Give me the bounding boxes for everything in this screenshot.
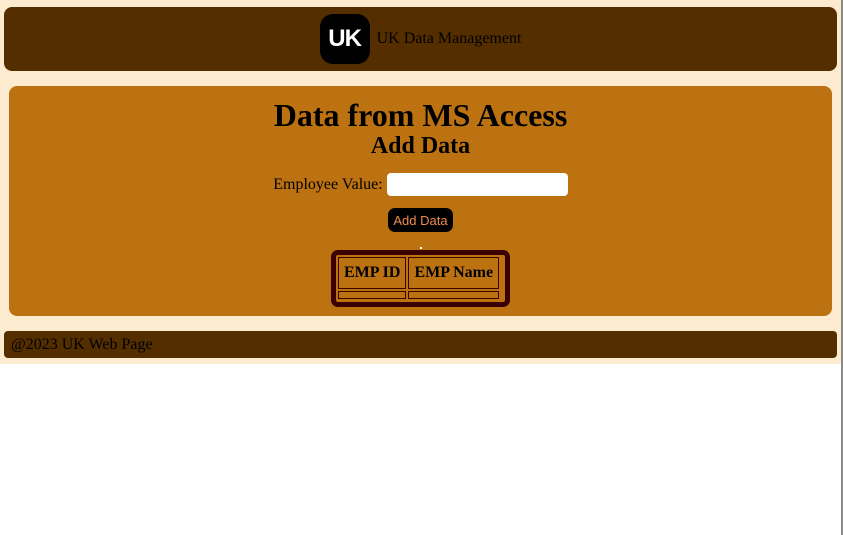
table-header-row: EMP ID EMP Name bbox=[338, 257, 500, 289]
app-title: UK Data Management bbox=[376, 30, 522, 47]
site-header: UK UK Data Management bbox=[4, 7, 837, 71]
employee-form: Employee Value: bbox=[9, 173, 832, 196]
employee-table-container: EMP ID EMP Name bbox=[331, 250, 510, 307]
site-footer: @2023 UK Web Page bbox=[4, 331, 837, 358]
employee-table: EMP ID EMP Name bbox=[336, 255, 501, 301]
column-header-emp-name: EMP Name bbox=[408, 257, 500, 289]
separator-dot bbox=[420, 247, 422, 249]
table-cell-emp-id bbox=[338, 291, 407, 299]
column-header-emp-id: EMP ID bbox=[338, 257, 407, 289]
employee-value-input[interactable] bbox=[386, 173, 568, 196]
employee-value-label: Employee Value: bbox=[273, 175, 383, 193]
section-title: Add Data bbox=[370, 133, 471, 159]
page-title: Data from MS Access bbox=[273, 97, 568, 133]
footer-copyright: @2023 UK Web Page bbox=[11, 335, 153, 353]
uk-logo-icon: UK bbox=[319, 14, 370, 64]
table-row bbox=[338, 291, 500, 299]
main-panel: Data from MS Access Add Data Employee Va… bbox=[9, 86, 832, 316]
table-cell-emp-name bbox=[408, 291, 500, 299]
add-data-button[interactable]: Add Data bbox=[388, 208, 453, 232]
